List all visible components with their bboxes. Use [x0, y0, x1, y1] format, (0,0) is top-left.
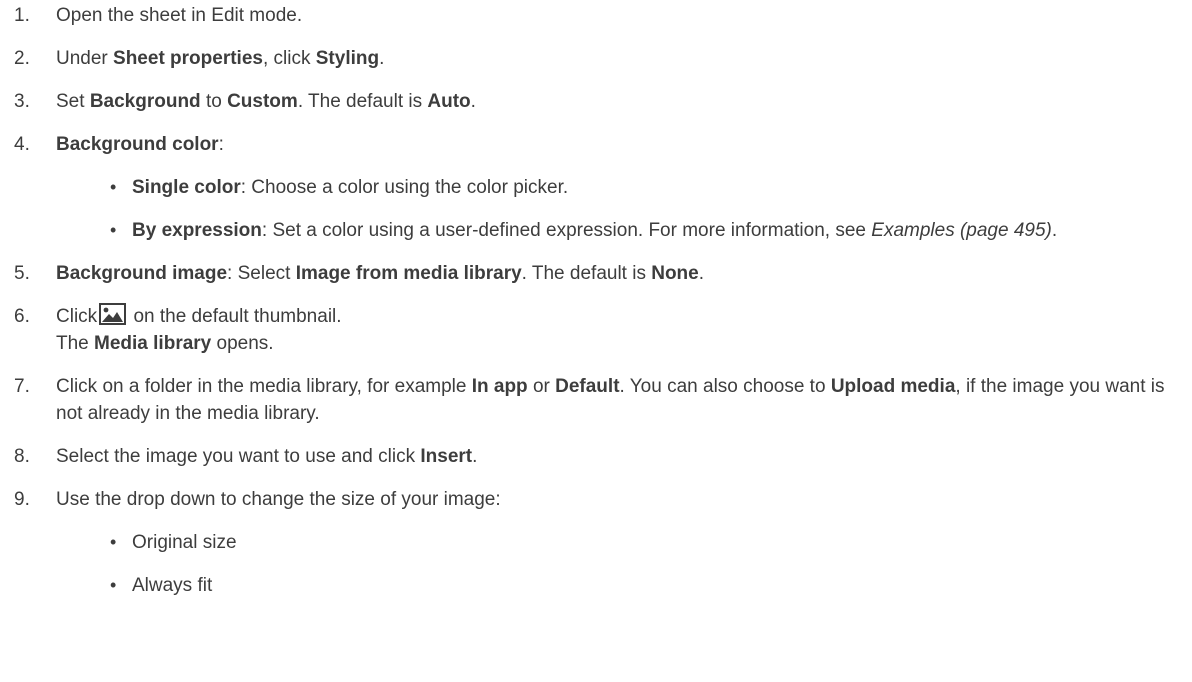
text-run: .: [379, 48, 385, 69]
step-text: Use the drop down to change the size of …: [56, 486, 1174, 599]
step-3: 3. Set Background to Custom. The default…: [14, 88, 1174, 115]
text-run: Select the image you want to use and cli…: [56, 446, 421, 467]
step-number: 6.: [14, 306, 30, 327]
step-number: 5.: [14, 263, 30, 284]
step-2: 2. Under Sheet properties, click Styling…: [14, 45, 1174, 72]
bullet-dot: •: [110, 177, 117, 197]
text-run: , click: [262, 48, 316, 69]
step-number: 9.: [14, 489, 30, 510]
text-run: opens.: [211, 333, 274, 354]
bullet-dot: •: [110, 532, 117, 552]
text-run: . The default is: [521, 263, 652, 284]
bold-term: Custom: [227, 91, 298, 112]
text-run: on the default thumbnail.: [128, 306, 342, 327]
step-number: 8.: [14, 446, 30, 467]
text-run: Under: [56, 48, 114, 69]
cross-reference-link[interactable]: Examples (page 495): [871, 220, 1052, 241]
text-run: .: [470, 91, 476, 112]
bold-term: Media library: [94, 333, 212, 354]
step-5: 5. Background image: Select Image from m…: [14, 260, 1174, 287]
bullet-item: • By expression: Set a color using a use…: [110, 217, 1174, 244]
text-run: Click on a folder in the media library, …: [56, 376, 472, 397]
bold-term: Auto: [427, 91, 471, 112]
text-run: . You can also choose to: [619, 376, 831, 397]
text-run: to: [200, 91, 228, 112]
image-icon: [99, 303, 127, 325]
step-text: Click on a folder in the media library, …: [56, 373, 1174, 427]
bullet-dot: •: [110, 575, 117, 595]
text-run: .: [1051, 220, 1058, 241]
bold-term: Upload media: [830, 376, 956, 397]
text-run: :: [218, 134, 224, 155]
bold-term: Background color: [56, 134, 219, 155]
bullet-list: • Original size • Always fit: [56, 529, 1174, 599]
step-text: Click on the default thumbnail. The Medi…: [56, 303, 1174, 357]
bold-term: Background: [89, 91, 201, 112]
step-8: 8. Select the image you want to use and …: [14, 443, 1174, 470]
procedure-steps: 1. Open the sheet in Edit mode. 2. Under…: [14, 2, 1174, 599]
document-page: 1. Open the sheet in Edit mode. 2. Under…: [0, 0, 1192, 682]
step-text: Background image: Select Image from medi…: [56, 260, 1174, 287]
bullet-dot: •: [110, 220, 117, 240]
step-text: Under Sheet properties, click Styling.: [56, 45, 1174, 72]
step-number: 1.: [14, 5, 30, 26]
bold-term: Insert: [420, 446, 473, 467]
text-run: Use the drop down to change the size of …: [56, 489, 501, 510]
bold-term: Single color: [132, 177, 241, 198]
step-number: 7.: [14, 376, 30, 397]
bold-term: Sheet properties: [113, 48, 263, 69]
text-run: .: [698, 263, 705, 284]
bold-term: None: [651, 263, 699, 284]
step-text: Open the sheet in Edit mode.: [56, 5, 303, 26]
bold-term: In app: [471, 376, 528, 397]
text-run: or: [527, 376, 556, 397]
step-1: 1. Open the sheet in Edit mode.: [14, 2, 1174, 29]
text-run: Set: [56, 91, 90, 112]
text-run: Click: [56, 306, 98, 327]
step-7: 7. Click on a folder in the media librar…: [14, 373, 1174, 427]
bold-term: By expression: [132, 220, 262, 241]
step-9: 9. Use the drop down to change the size …: [14, 486, 1174, 599]
step-text: Background color: • Single color: Choose…: [56, 131, 1174, 244]
bullet-item: • Single color: Choose a color using the…: [110, 174, 1174, 201]
text-run: . The default is: [297, 91, 428, 112]
text-run: .: [472, 446, 478, 467]
bold-term: Background image: [56, 263, 228, 284]
text-run: : Choose a color using the color picker.: [240, 177, 569, 198]
text-run: Original size: [132, 532, 237, 553]
bullet-item: • Always fit: [110, 572, 1174, 599]
step-number: 2.: [14, 48, 30, 69]
bold-term: Default: [555, 376, 620, 397]
step-4: 4. Background color: • Single color: Cho…: [14, 131, 1174, 244]
bold-term: Styling: [315, 48, 380, 69]
bullet-item: • Original size: [110, 529, 1174, 556]
text-run: : Select: [227, 263, 296, 284]
step-number: 4.: [14, 134, 30, 155]
bold-term: Image from media library: [295, 263, 522, 284]
step-6: 6. Click on the default thumbnail. The M…: [14, 303, 1174, 357]
bullet-list: • Single color: Choose a color using the…: [56, 174, 1174, 244]
text-run: The: [56, 333, 95, 354]
step-text: Set Background to Custom. The default is…: [56, 88, 1174, 115]
text-run: : Set a color using a user-defined expre…: [261, 220, 872, 241]
step-number: 3.: [14, 91, 30, 112]
step-text: Select the image you want to use and cli…: [56, 443, 1174, 470]
text-run: Always fit: [132, 575, 213, 596]
